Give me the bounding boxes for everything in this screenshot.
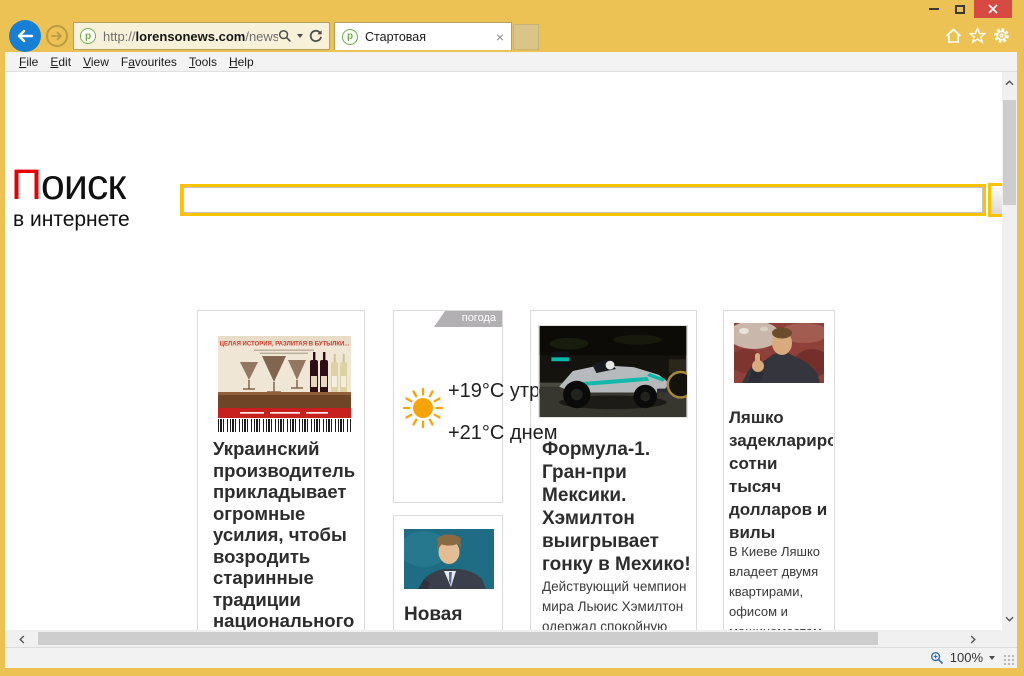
svg-text:ЦЕЛАЯ ИСТОРИЯ, РАЗЛИТАЯ В БУТЫ: ЦЕЛАЯ ИСТОРИЯ, РАЗЛИТАЯ В БУТЫЛКИ... [220, 342, 350, 348]
maximize-button[interactable] [948, 0, 972, 18]
sun-icon [400, 385, 446, 431]
back-arrow-icon [16, 29, 34, 43]
forward-arrow-icon [51, 31, 63, 41]
menu-bar: File Edit View Favourites Tools Help [5, 52, 1017, 72]
zoom-dropdown-icon[interactable] [989, 656, 995, 660]
news-title[interactable]: Украинский производитель прикладывает ог… [213, 438, 353, 630]
menu-edit[interactable]: Edit [50, 55, 71, 69]
forward-button[interactable] [46, 25, 68, 47]
scroll-left-icon[interactable] [19, 635, 25, 644]
settings-gear-icon[interactable] [993, 27, 1010, 44]
menu-view[interactable]: View [83, 55, 109, 69]
address-dropdown-icon[interactable] [297, 34, 303, 38]
new-tab-button[interactable] [513, 24, 539, 50]
close-icon [988, 4, 998, 14]
window-border-bottom [0, 668, 1024, 676]
favorites-star-icon[interactable] [969, 27, 986, 44]
news-snippet: В Киеве Ляшко владеет двумя квартирами, … [729, 542, 829, 630]
logo-title: Поиск [11, 164, 130, 207]
f1-car-photo [538, 325, 688, 418]
zoom-control[interactable]: 100% [930, 650, 995, 665]
address-bar[interactable]: p http://lorensonews.com/news/ [73, 22, 330, 50]
menu-favourites[interactable]: Favourites [121, 55, 177, 69]
browser-window: p http://lorensonews.com/news/ p Стартов… [0, 0, 1024, 676]
url-text: http://lorensonews.com/news/ [103, 29, 278, 44]
news-snippet: Действующий чемпион мира Льюис Хэмилтон … [542, 577, 694, 630]
horizontal-scroll-thumb[interactable] [38, 632, 878, 645]
home-icon[interactable] [945, 27, 962, 44]
page-content: Поиск в интернете ЦЕЛАЯ ИСТОРИЯ, РАЗЛИТА… [5, 72, 1002, 630]
search-submit-button[interactable] [988, 183, 1002, 217]
wine-ad-image: ЦЕЛАЯ ИСТОРИЯ, РАЗЛИТАЯ В БУТЫЛКИ... [218, 336, 351, 418]
zoom-level: 100% [950, 650, 983, 665]
tab-close-icon[interactable]: × [496, 30, 504, 44]
scroll-down-icon[interactable] [1005, 616, 1014, 622]
lyashko-photo [734, 323, 824, 383]
news-card-minister[interactable]: Новая [393, 515, 503, 630]
logo-tagline: в интернете [13, 209, 130, 230]
browser-action-icons [945, 27, 1010, 44]
browser-chrome: p http://lorensonews.com/news/ p Стартов… [0, 0, 1024, 52]
maximize-icon [955, 5, 965, 14]
window-border-left [0, 52, 5, 676]
site-favicon-icon: p [80, 28, 96, 44]
site-logo: Поиск в интернете [11, 164, 130, 230]
wine-ad-caption-strip [218, 419, 351, 432]
zoom-magnifier-icon [930, 651, 944, 665]
menu-file[interactable]: File [19, 55, 38, 69]
news-title[interactable]: Ляшко задекларировал сотни тысяч долларо… [729, 406, 833, 544]
vertical-scrollbar[interactable] [1002, 72, 1017, 630]
horizontal-scrollbar[interactable] [5, 630, 1017, 647]
news-card-lyashko[interactable]: Ляшко задекларировал сотни тысяч долларо… [723, 310, 835, 630]
back-button[interactable] [9, 20, 41, 52]
window-border-right [1017, 52, 1024, 676]
menu-help[interactable]: Help [229, 55, 254, 69]
search-icon[interactable] [278, 29, 292, 43]
vertical-scroll-thumb[interactable] [1003, 100, 1016, 205]
minister-photo [404, 529, 494, 589]
tab-title: Стартовая [365, 30, 496, 44]
weather-day-temp: +21°С днем [448, 422, 558, 445]
browser-tab[interactable]: p Стартовая × [334, 22, 512, 50]
news-card-wine[interactable]: ЦЕЛАЯ ИСТОРИЯ, РАЗЛИТАЯ В БУТЫЛКИ... [197, 310, 365, 630]
scroll-up-icon[interactable] [1005, 80, 1014, 86]
refresh-icon[interactable] [308, 29, 323, 44]
status-bar: 100% [5, 647, 1017, 668]
minimize-icon [929, 8, 939, 10]
menu-tools[interactable]: Tools [189, 55, 217, 69]
weather-label: погода [434, 311, 502, 327]
scroll-right-icon[interactable] [970, 635, 976, 644]
search-input[interactable] [180, 184, 986, 216]
tab-favicon-icon: p [342, 29, 358, 45]
minimize-button[interactable] [922, 0, 946, 18]
news-title[interactable]: Новая [404, 604, 499, 626]
address-bar-icons [278, 29, 323, 44]
close-window-button[interactable] [974, 0, 1012, 18]
news-title[interactable]: Формула-1. Гран-при Мексики. Хэмилтон вы… [542, 438, 694, 576]
resize-grip[interactable] [1003, 654, 1014, 665]
